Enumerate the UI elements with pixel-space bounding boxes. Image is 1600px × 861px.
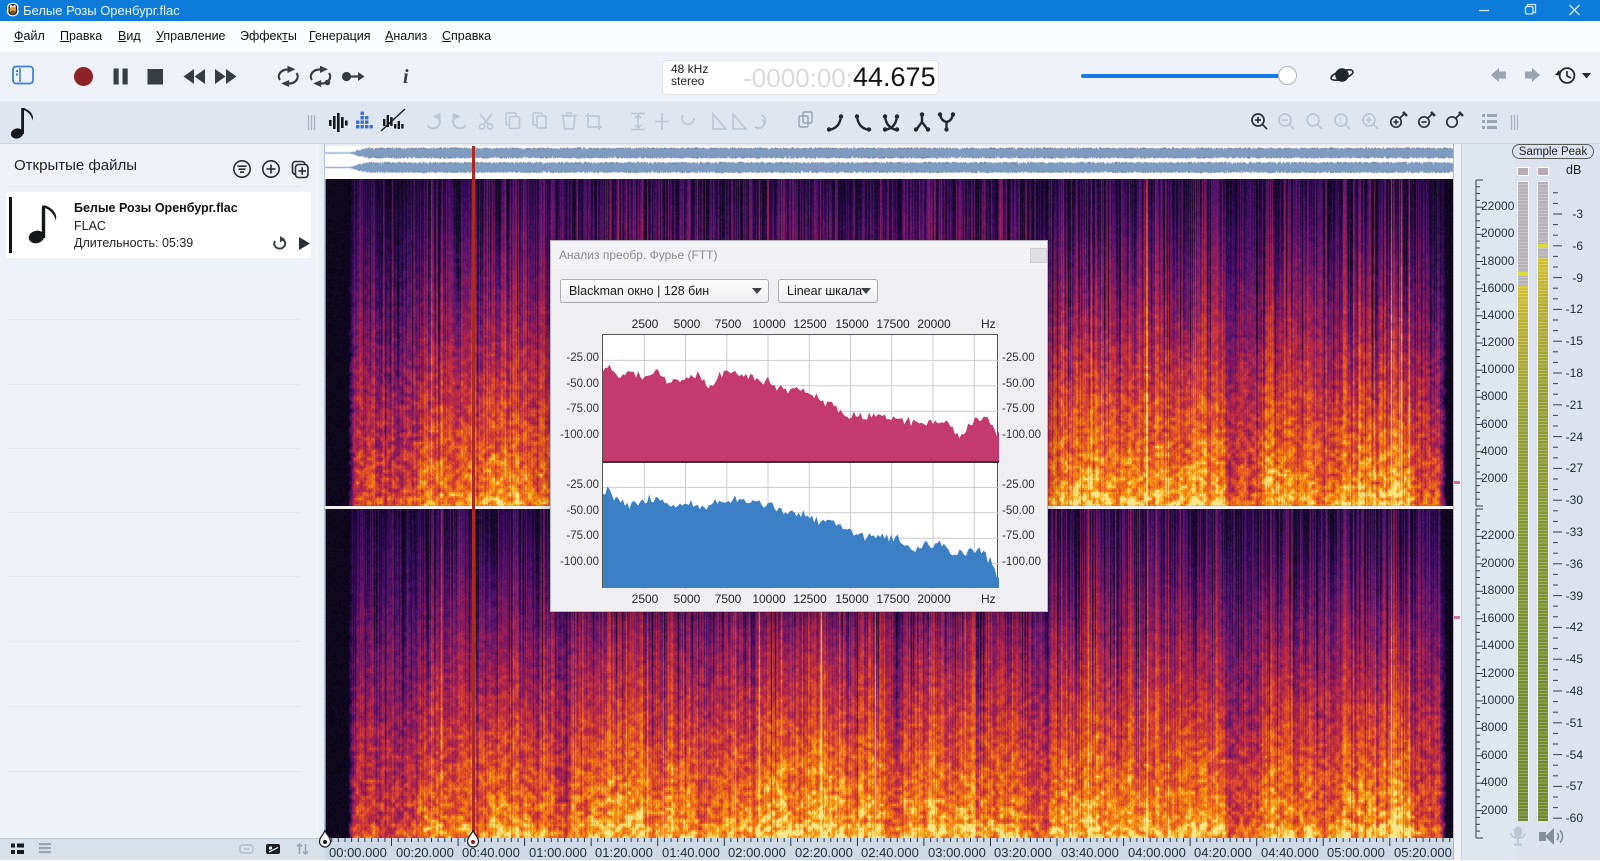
svg-text:i: i bbox=[403, 66, 409, 88]
svg-text:1: 1 bbox=[1339, 117, 1344, 126]
